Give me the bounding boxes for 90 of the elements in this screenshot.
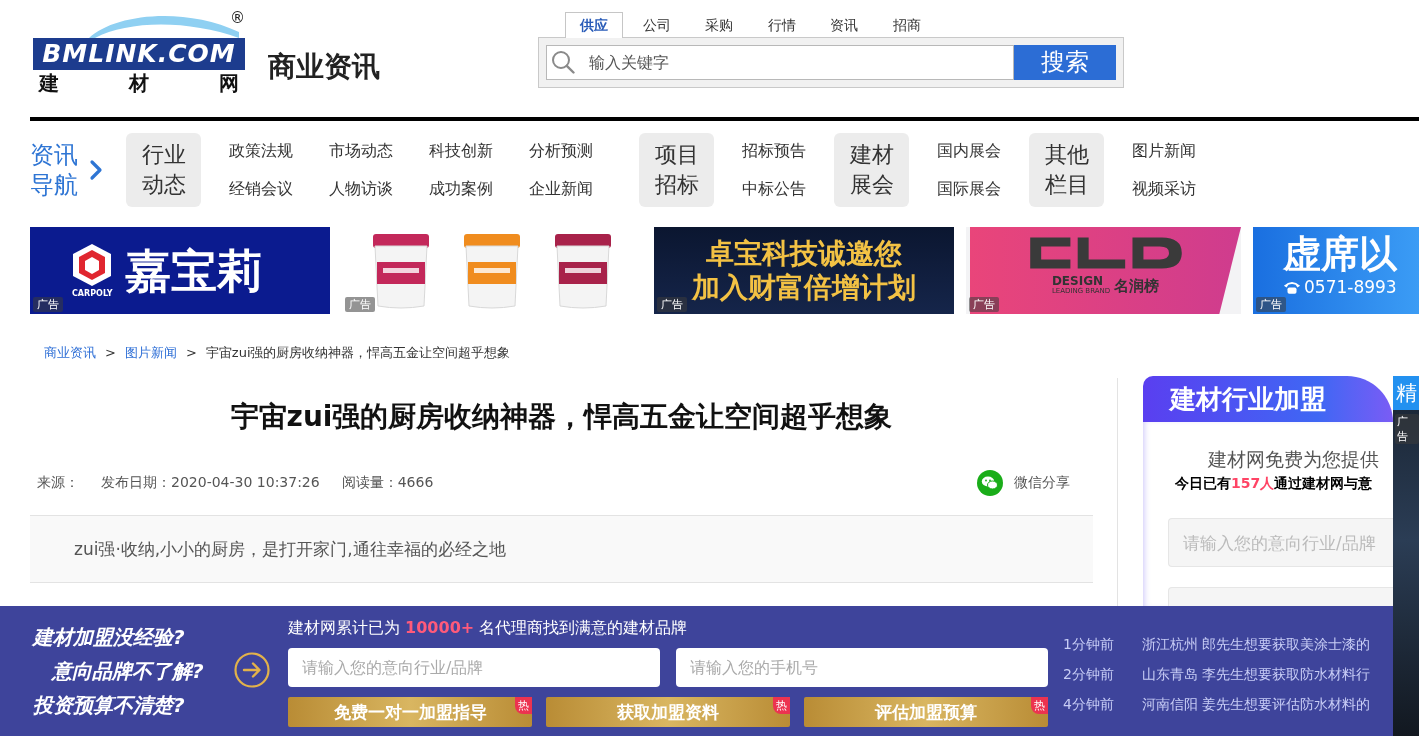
article-title: 宇宙zui强的厨房收纳神器，悍高五金让空间超乎想象 [229, 399, 894, 435]
article-meta: 发布日期：2020-04-30 10:37:26 [101, 474, 320, 492]
logo-wordmark[interactable]: BMLINK.COM [33, 38, 245, 70]
feed-time: 4分钟前 [1063, 696, 1115, 714]
phone-icon [1283, 280, 1301, 295]
logo-subtitle: 建材网 [39, 71, 239, 95]
brand-title: 名润榜 [1114, 277, 1160, 295]
ad-banner[interactable]: 卓宝科技诚邀您 加入财富倍增计划 广告 [654, 227, 954, 314]
panel-title: 建材行业加盟 [1170, 383, 1326, 416]
search-tab[interactable]: 公司 [627, 12, 686, 38]
ad-label: 广告 [657, 297, 687, 312]
promo-button[interactable]: 免费一对一加盟指导 热 [288, 697, 532, 727]
article-summary: zui强·收纳,小小的厨房，是打开家门,通往幸福的必经之地 [30, 515, 1093, 583]
question-text: 意向品牌不了解? [52, 658, 204, 685]
ad-label: 广告 [345, 297, 375, 312]
search-tab[interactable]: 资讯 [815, 12, 873, 38]
brand-title: 嘉宝莉 [124, 243, 263, 298]
search-tab[interactable]: 行情 [752, 12, 811, 38]
registered-mark: ® [230, 10, 245, 26]
brand-name: CARPOLY [72, 288, 113, 299]
category-tile[interactable]: 行业动态 [126, 133, 201, 207]
input-field[interactable]: 请输入您的意向行业/品牌 [1168, 518, 1393, 567]
ad-slogan: 加入财富倍增计划 [692, 270, 916, 305]
feed-message: 河南信阳 姜先生想要评估防水材料的 [1142, 696, 1371, 714]
ad-banner[interactable]: 虚席以 0571-8993 广告 [1253, 227, 1419, 314]
side-ad-title: 精 [1396, 380, 1417, 406]
article-meta: 来源： [37, 474, 79, 492]
nav-link[interactable]: 分析预测 [529, 140, 593, 162]
ad-label: 广告 [1395, 414, 1419, 444]
hexagon-logo-icon [72, 242, 113, 287]
nav-link[interactable]: 国际展会 [937, 178, 1001, 200]
promo-headline: 建材网累计已为 10000+ 名代理商找到满意的建材品牌 [288, 617, 688, 639]
wechat-share-link[interactable]: 微信分享 [977, 470, 1070, 496]
hot-tag: 热 [515, 697, 532, 714]
breadcrumb-separator: > [185, 344, 197, 362]
photo-placeholder[interactable]: 广告 [1393, 410, 1419, 736]
chevron-icon [89, 159, 103, 181]
nav-link[interactable]: 经销会议 [229, 178, 293, 200]
nav-link[interactable]: 中标公告 [742, 178, 806, 200]
breadcrumb-current: 宇宙zui强的厨房收纳神器，悍高五金让空间超乎想象 [205, 344, 511, 362]
promo-button[interactable]: 获取加盟资料 热 [546, 697, 790, 727]
feed-time: 1分钟前 [1063, 636, 1115, 654]
nav-title: 资讯导航 [30, 140, 79, 200]
ad-label: 广告 [33, 297, 63, 312]
search-field[interactable]: 输入关键字 [546, 45, 1014, 80]
input-field[interactable] [1168, 587, 1393, 606]
ad-title: 虚席以 [1283, 232, 1399, 276]
nav-link[interactable]: 科技创新 [429, 140, 493, 162]
feed-message: 山东青岛 李先生想要获取防水材料行 [1142, 666, 1371, 684]
search-tab[interactable]: 招商 [877, 12, 936, 38]
promo-button[interactable]: 评估加盟预算 热 [804, 697, 1048, 727]
nav-link[interactable]: 人物访谈 [329, 178, 393, 200]
arrow-circle-icon[interactable] [234, 652, 270, 688]
search-tab[interactable]: 供应 [565, 12, 623, 38]
question-text: 建材加盟没经验? [33, 624, 185, 651]
ad-banner[interactable]: CARPOLY 嘉宝莉 广告 [30, 227, 330, 314]
nav-link[interactable]: 政策法规 [229, 140, 293, 162]
phone-number: 0571-8993 [1304, 278, 1397, 297]
feed-message: 浙江杭州 郎先生想要获取美涂士漆的 [1142, 636, 1371, 654]
nav-link[interactable]: 视频采访 [1132, 178, 1196, 200]
breadcrumb-link[interactable]: 图片新闻 [124, 343, 177, 363]
nav-link[interactable]: 国内展会 [937, 140, 1001, 162]
breadcrumb-separator: > [105, 344, 116, 362]
category-tile[interactable]: 其他栏目 [1029, 133, 1104, 207]
input-field[interactable]: 请输入您的意向行业/品牌 [288, 648, 660, 687]
visitor-count-text: 今日已有157人通过建材网与意 [1175, 474, 1373, 493]
nav-link[interactable]: 企业新闻 [529, 178, 593, 200]
ad-label: 广告 [969, 297, 999, 312]
search-icon [551, 50, 575, 74]
brand-name: DESIGN [1051, 275, 1104, 287]
input-field[interactable]: 请输入您的手机号 [676, 648, 1048, 687]
nav-link[interactable]: 招标预告 [742, 140, 806, 162]
wechat-icon [977, 470, 1003, 496]
panel-intro: 建材网免费为您提供 [1208, 447, 1379, 472]
search-button[interactable]: 搜索 [1014, 45, 1116, 80]
article-meta: 阅读量：4666 [341, 474, 434, 492]
category-tile[interactable]: 建材展会 [834, 133, 909, 207]
hot-tag: 热 [773, 697, 790, 714]
category-tile[interactable]: 项目招标 [639, 133, 714, 207]
search-tab[interactable]: 采购 [690, 12, 748, 38]
feed-time: 2分钟前 [1063, 666, 1115, 684]
ad-label: 广告 [1256, 297, 1286, 312]
nav-link[interactable]: 成功案例 [429, 178, 493, 200]
breadcrumb-link[interactable]: 商业资讯 [44, 343, 96, 363]
question-text: 投资预算不清楚? [33, 692, 185, 719]
nav-link[interactable]: 市场动态 [329, 140, 393, 162]
section-title: 商业资讯 [268, 50, 380, 84]
ad-slogan: 卓宝科技诚邀您 [706, 236, 902, 271]
hot-tag: 热 [1031, 697, 1048, 714]
nav-link[interactable]: 图片新闻 [1132, 140, 1196, 162]
